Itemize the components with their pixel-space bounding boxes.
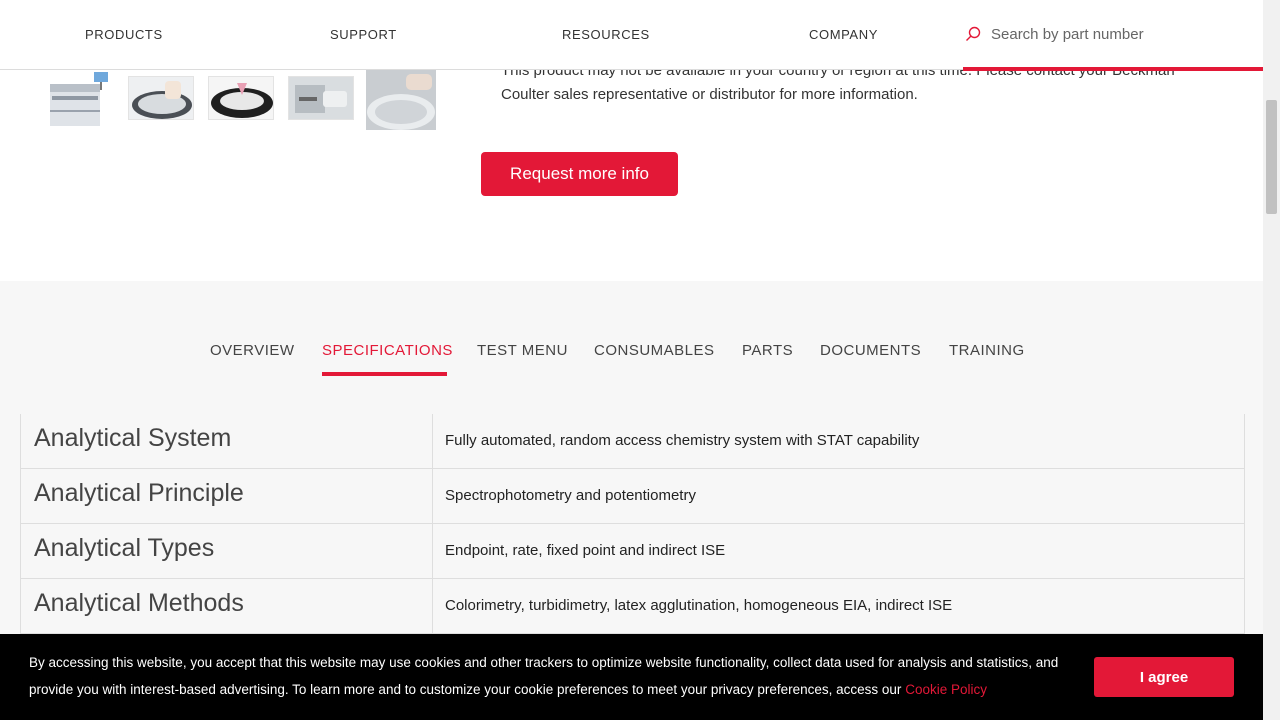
- nav-resources[interactable]: RESOURCES: [562, 27, 650, 42]
- active-tab-indicator: [322, 372, 447, 376]
- analyzer-image: [50, 72, 108, 126]
- carousel-image: [366, 70, 436, 130]
- spec-label: Analytical Principle: [34, 479, 244, 507]
- sample-tray-image: [129, 77, 193, 119]
- page-scrollbar[interactable]: [1263, 0, 1280, 720]
- specifications-table: Analytical System Fully automated, rando…: [20, 414, 1245, 634]
- column-divider: [432, 414, 433, 469]
- spec-value: Fully automated, random access chemistry…: [445, 432, 920, 449]
- thumbnail-maintenance[interactable]: [288, 76, 354, 120]
- column-divider: [432, 524, 433, 579]
- search-icon[interactable]: [965, 26, 981, 42]
- table-row: Analytical Types Endpoint, rate, fixed p…: [21, 524, 1244, 579]
- search-underline: [963, 67, 1263, 71]
- tab-documents[interactable]: DOCUMENTS: [820, 342, 921, 359]
- tab-overview[interactable]: OVERVIEW: [210, 342, 295, 359]
- spec-value: Colorimetry, turbidimetry, latex aggluti…: [445, 597, 953, 614]
- site-header: PRODUCTS SUPPORT RESOURCES COMPANY: [0, 0, 1263, 71]
- scrollbar-thumb[interactable]: [1266, 100, 1277, 214]
- tab-specifications[interactable]: SPECIFICATIONS: [322, 342, 453, 359]
- nav-products[interactable]: PRODUCTS: [85, 27, 163, 42]
- cookie-message: By accessing this website, you accept th…: [29, 649, 1089, 703]
- search-box: [963, 0, 1263, 71]
- spec-label: Analytical Methods: [34, 589, 244, 617]
- tab-parts[interactable]: PARTS: [742, 342, 793, 359]
- spec-label: Analytical System: [34, 424, 232, 452]
- tab-consumables[interactable]: CONSUMABLES: [594, 342, 715, 359]
- column-divider: [432, 579, 433, 634]
- agree-button[interactable]: I agree: [1094, 657, 1234, 697]
- nav-company[interactable]: COMPANY: [809, 27, 878, 42]
- table-row: Analytical System Fully automated, rando…: [21, 414, 1244, 469]
- thumbnail-analyzer[interactable]: [48, 70, 114, 128]
- thumbnail-carousel[interactable]: [366, 70, 436, 130]
- request-info-button[interactable]: Request more info: [481, 152, 678, 196]
- table-row: Analytical Principle Spectrophotometry a…: [21, 469, 1244, 524]
- cookie-text: By accessing this website, you accept th…: [29, 655, 1059, 697]
- reagent-wheel-image: [209, 77, 273, 119]
- search-input[interactable]: [991, 20, 1251, 48]
- maintenance-image: [289, 77, 353, 119]
- cookie-policy-link[interactable]: Cookie Policy: [905, 682, 987, 697]
- nav-support[interactable]: SUPPORT: [330, 27, 397, 42]
- tab-test-menu[interactable]: TEST MENU: [477, 342, 568, 359]
- table-row: Analytical Methods Colorimetry, turbidim…: [21, 579, 1244, 634]
- spec-label: Analytical Types: [34, 534, 215, 562]
- spec-value: Spectrophotometry and potentiometry: [445, 487, 696, 504]
- tab-training[interactable]: TRAINING: [949, 342, 1025, 359]
- thumbnail-sample-tray[interactable]: [128, 76, 194, 120]
- column-divider: [432, 469, 433, 524]
- thumbnail-reagent-wheel[interactable]: [208, 76, 274, 120]
- cookie-banner: By accessing this website, you accept th…: [0, 634, 1263, 720]
- spec-value: Endpoint, rate, fixed point and indirect…: [445, 542, 726, 559]
